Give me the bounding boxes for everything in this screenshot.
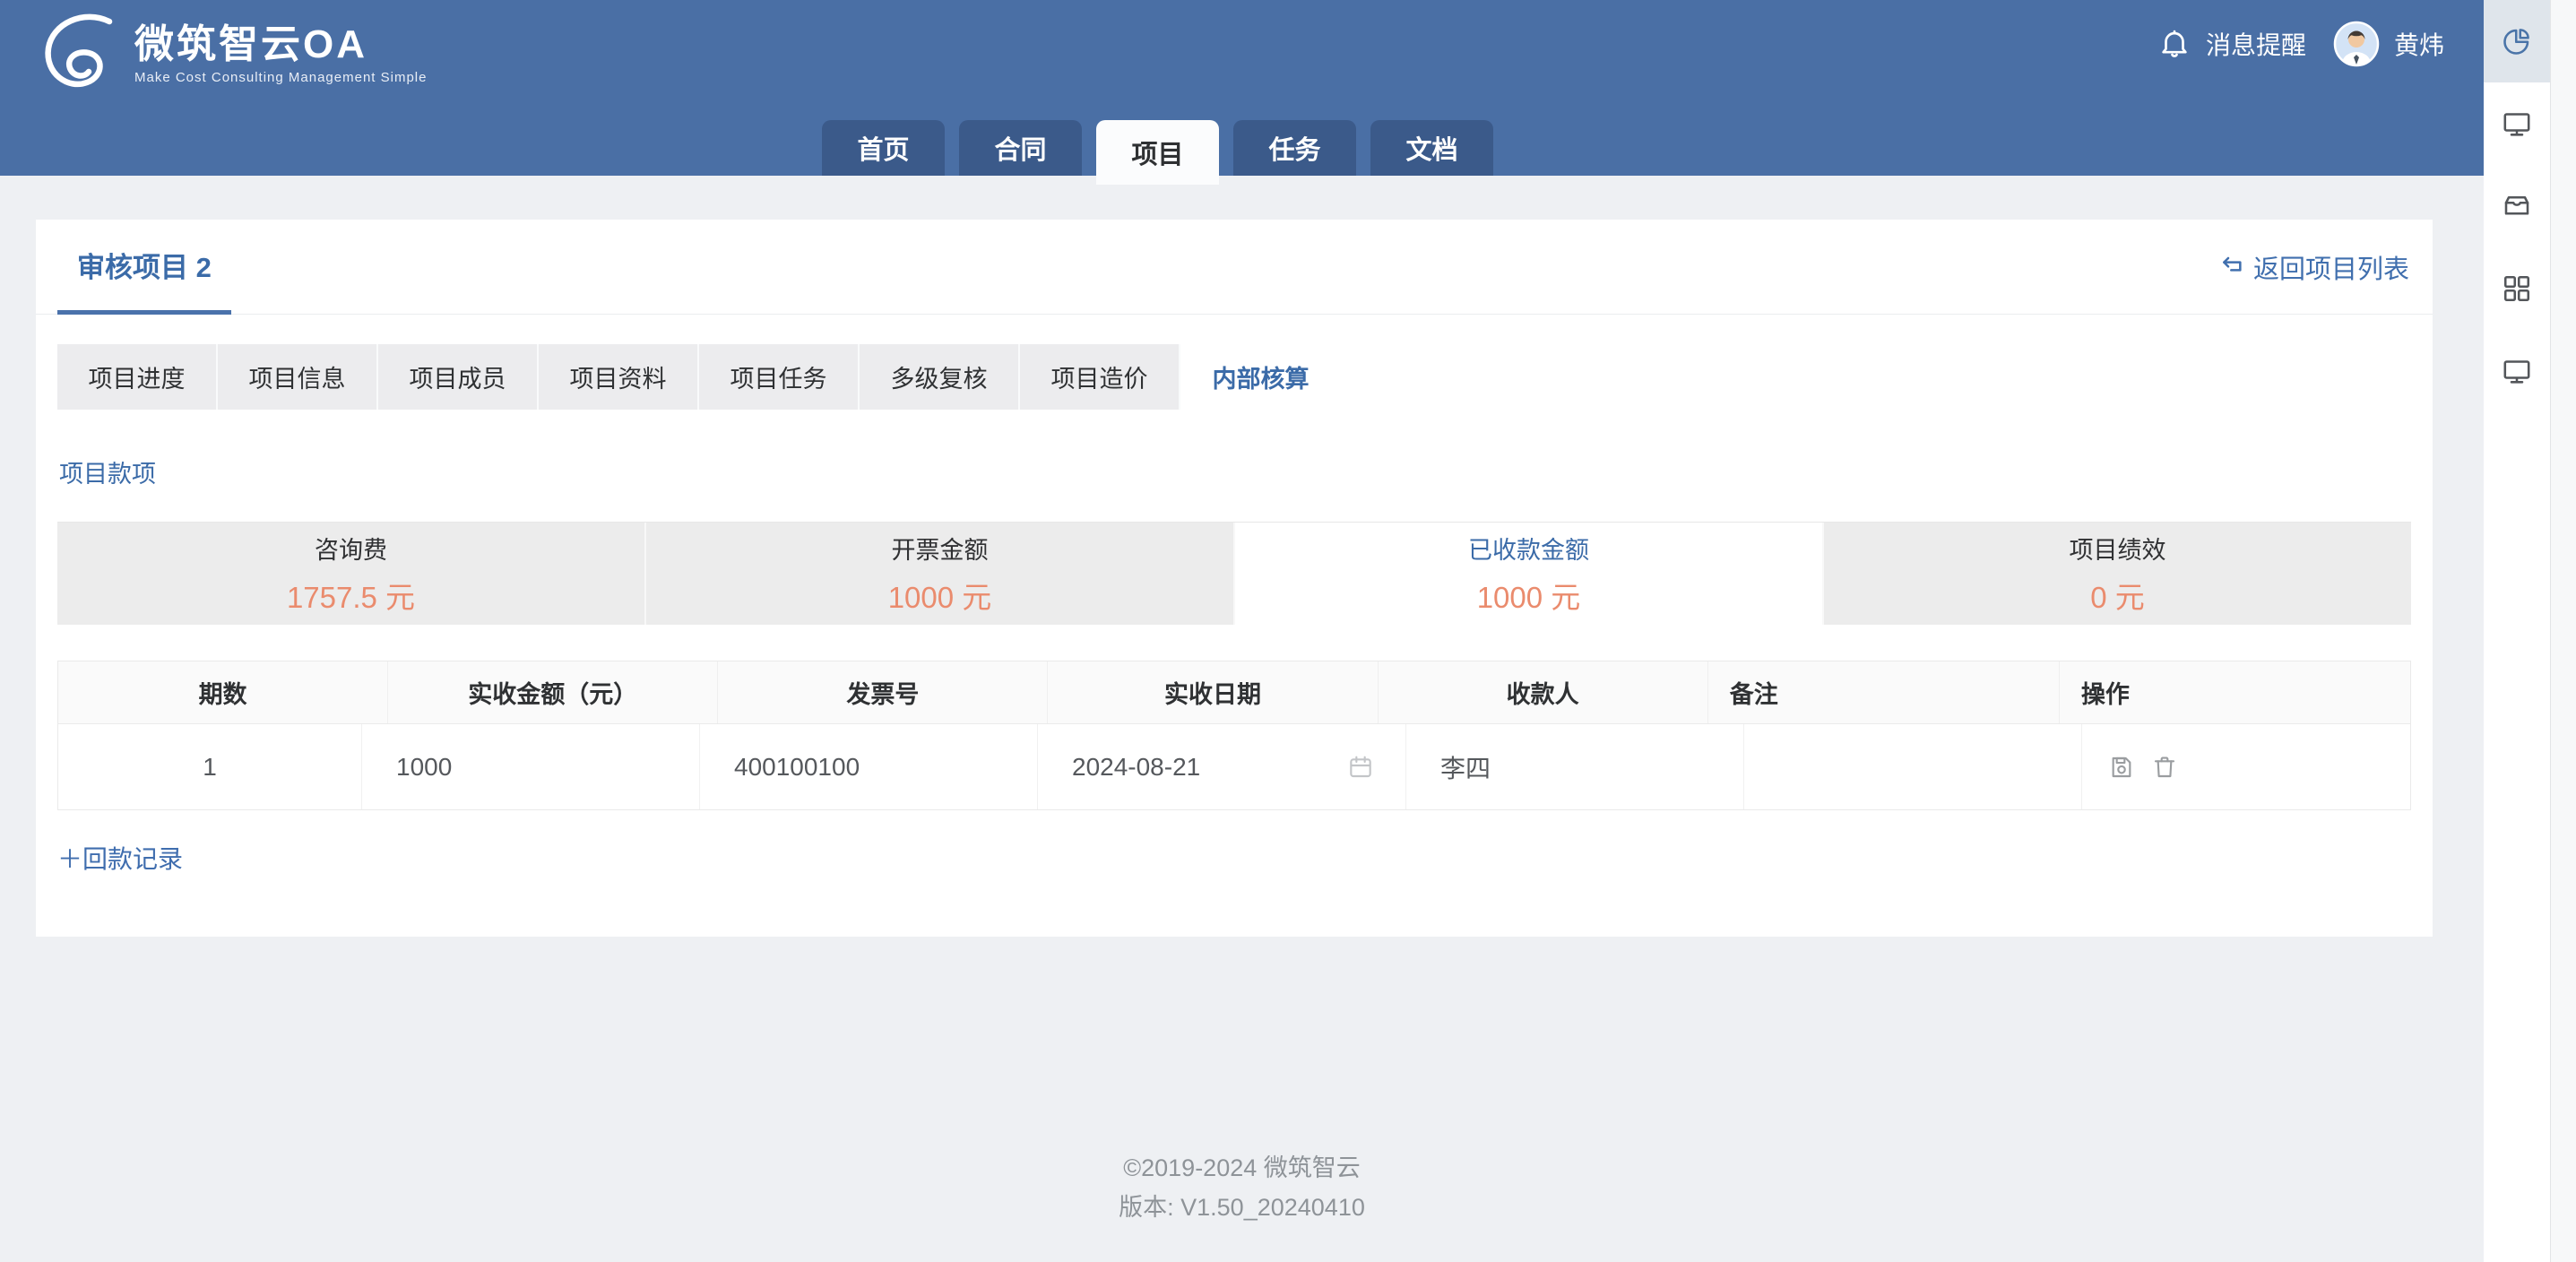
sidebar-item-workbench[interactable] — [2484, 82, 2550, 165]
table-header-row: 期数 实收金额（元） 发票号 实收日期 收款人 备注 操作 — [58, 661, 2410, 724]
sidebar-item-apps[interactable] — [2484, 247, 2550, 330]
sidebar-item-dashboard[interactable] — [2484, 0, 2550, 82]
monitor-icon — [2503, 360, 2530, 384]
tab-project-files[interactable]: 项目资料 — [539, 344, 699, 410]
right-sidebar — [2484, 0, 2550, 1262]
scrollbar-track[interactable] — [2550, 0, 2576, 1262]
tab-project-members[interactable]: 项目成员 — [378, 344, 539, 410]
col-header-actions: 操作 — [2080, 681, 2130, 708]
project-tabs: 项目进度 项目信息 项目成员 项目资料 项目任务 多级复核 项目造价 内部核算 — [57, 344, 1341, 410]
nav-tab-document[interactable]: 文档 — [1370, 120, 1493, 176]
cell-date[interactable]: 2024-08-21 — [1038, 724, 1406, 809]
tab-project-tasks[interactable]: 项目任务 — [699, 344, 860, 410]
stat-card-received-amount[interactable]: 已收款金额 1000 元 — [1235, 523, 1824, 625]
tab-internal-accounting[interactable]: 内部核算 — [1180, 344, 1341, 410]
stat-cards: 咨询费 1757.5 元 开票金额 1000 元 已收款金额 1000 元 项目… — [57, 522, 2411, 625]
brand-name: 微筑智云OA — [134, 22, 367, 66]
delete-icon[interactable] — [2150, 753, 2179, 782]
project-detail-panel: 审核项目 2 返回项目列表 项目进度 项目信息 项目成员 项目资料 项目任务 多… — [36, 220, 2433, 937]
panel-title-row: 审核项目 2 返回项目列表 — [36, 220, 2433, 315]
col-header-payee: 收款人 — [1379, 661, 1708, 723]
tab-project-progress[interactable]: 项目进度 — [57, 344, 218, 410]
app-header: 微筑智云OA Make Cost Consulting Management S… — [0, 0, 2484, 185]
primary-nav: 首页 合同 项目 任务 文档 — [822, 120, 1508, 185]
nav-tab-home[interactable]: 首页 — [822, 120, 945, 176]
sidebar-item-inbox[interactable] — [2484, 165, 2550, 247]
back-link-label: 返回项目列表 — [2252, 255, 2409, 284]
save-icon[interactable] — [2107, 753, 2136, 782]
stat-value: 1757.5 元 — [286, 581, 416, 614]
add-record-label: 回款记录 — [82, 845, 184, 873]
page-footer: ©2019-2024 微筑智云 版本: V1.50_20240410 — [0, 1148, 2484, 1227]
cell-invoice-no: 400100100 — [700, 724, 1038, 809]
cell-remark — [1744, 724, 2082, 809]
nav-tab-task[interactable]: 任务 — [1233, 120, 1356, 176]
col-header-remark: 备注 — [1708, 661, 2060, 723]
plus-icon: ＋ — [57, 845, 83, 873]
brand-logo: 微筑智云OA Make Cost Consulting Management S… — [38, 13, 427, 95]
sidebar-item-display[interactable] — [2484, 330, 2550, 412]
stat-card-invoiced-amount[interactable]: 开票金额 1000 元 — [646, 523, 1235, 625]
brand-tagline: Make Cost Consulting Management Simple — [134, 70, 428, 85]
stat-label: 项目绩效 — [2069, 537, 2166, 564]
username[interactable]: 黄炜 — [2394, 26, 2444, 62]
add-payment-record-button[interactable]: ＋ 回款记录 — [57, 840, 183, 876]
payment-records-table: 期数 实收金额（元） 发票号 实收日期 收款人 备注 操作 1 1000 400… — [57, 661, 2411, 810]
nav-tab-project[interactable]: 项目 — [1096, 120, 1219, 185]
stat-value: 1000 元 — [1476, 581, 1581, 614]
date-value: 2024-08-21 — [1072, 752, 1201, 781]
cell-payee: 李四 — [1406, 724, 1744, 809]
logo-swirl-icon — [45, 13, 113, 88]
footer-copyright: ©2019-2024 微筑智云 — [1123, 1154, 1361, 1181]
stat-card-project-performance[interactable]: 项目绩效 0 元 — [1824, 523, 2411, 625]
col-header-invoice-no: 发票号 — [718, 661, 1049, 723]
pie-chart-icon — [2503, 29, 2529, 55]
stat-label: 开票金额 — [891, 537, 989, 564]
page-title: 审核项目 2 — [57, 220, 231, 315]
stat-label: 咨询费 — [315, 537, 387, 564]
stat-card-consulting-fee[interactable]: 咨询费 1757.5 元 — [57, 523, 646, 625]
col-header-date: 实收日期 — [1048, 661, 1379, 723]
notification-bell-icon[interactable] — [2157, 27, 2191, 61]
cell-actions — [2082, 724, 2410, 809]
tab-project-cost[interactable]: 项目造价 — [1020, 344, 1180, 410]
tab-project-info[interactable]: 项目信息 — [218, 344, 378, 410]
avatar[interactable] — [2333, 21, 2380, 67]
table-row: 1 1000 400100100 2024-08-21 李四 — [58, 724, 2410, 809]
tab-multilevel-review[interactable]: 多级复核 — [860, 344, 1020, 410]
col-header-period: 期数 — [58, 661, 389, 723]
grid-icon — [2503, 275, 2530, 302]
monitor-icon — [2503, 113, 2530, 136]
back-to-project-list-link[interactable]: 返回项目列表 — [2219, 220, 2409, 315]
footer-version: 版本: V1.50_20240410 — [1119, 1194, 1365, 1221]
inbox-icon — [2504, 195, 2529, 215]
nav-tab-contract[interactable]: 合同 — [959, 120, 1082, 176]
stat-label: 已收款金额 — [1468, 537, 1589, 564]
cell-amount: 1000 — [362, 724, 700, 809]
col-header-amount: 实收金额（元） — [388, 661, 719, 723]
stat-value: 0 元 — [2090, 581, 2145, 614]
cell-period: 1 — [58, 724, 362, 809]
stat-value: 1000 元 — [887, 581, 992, 614]
return-arrow-icon — [2223, 256, 2242, 272]
calendar-icon[interactable] — [1346, 753, 1375, 782]
section-title-project-funds: 项目款项 — [59, 461, 156, 488]
notifications-label[interactable]: 消息提醒 — [2206, 26, 2306, 62]
